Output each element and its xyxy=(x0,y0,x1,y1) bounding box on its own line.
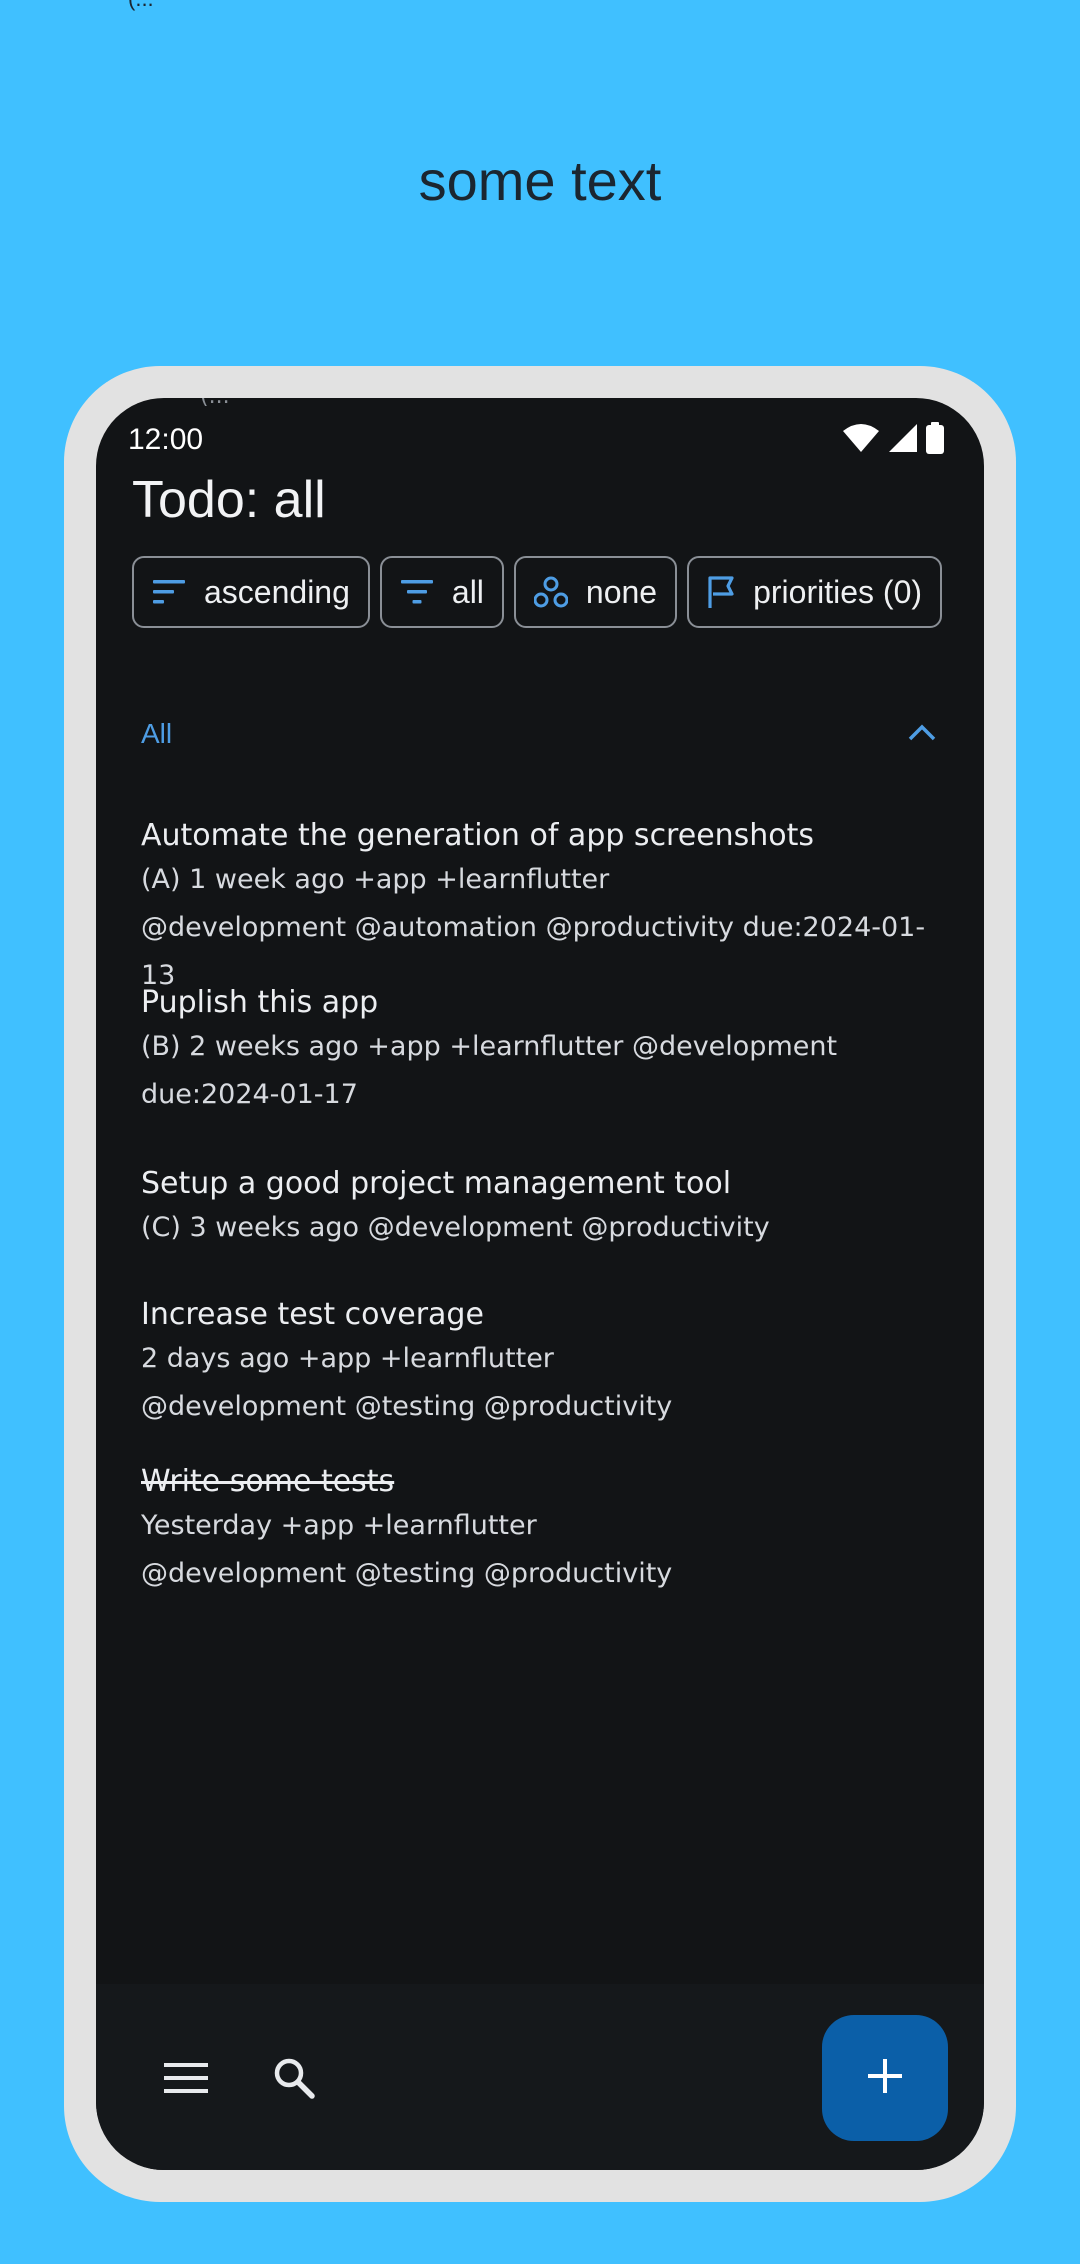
todo-item[interactable]: Setup a good project management tool (C)… xyxy=(141,1164,944,1252)
todo-title: Setup a good project management tool xyxy=(141,1166,732,1201)
filter-chips: ascending all none priorities (0) xyxy=(132,556,943,628)
filter-icon xyxy=(400,579,434,605)
status-time: 12:00 xyxy=(128,423,204,456)
group-icon xyxy=(533,576,568,608)
todo-title: Increase test coverage xyxy=(141,1297,484,1332)
screen-fragment-text: (... xyxy=(200,398,230,409)
group-chip-label: none xyxy=(585,573,658,610)
page-title: Todo: all xyxy=(132,471,326,529)
filter-chip-label: all xyxy=(451,573,484,610)
phone-screen: (... 12:00 Todo: all ascending xyxy=(96,398,984,2170)
status-bar: 12:00 xyxy=(128,420,944,460)
sort-order-chip-label: ascending xyxy=(204,573,350,610)
add-todo-button[interactable] xyxy=(822,2015,948,2141)
todo-item[interactable]: Increase test coverage 2 days ago +app +… xyxy=(141,1295,944,1431)
todo-meta-line: (B) 2 weeks ago +app +learnflutter @deve… xyxy=(141,1031,838,1062)
headline: some text xyxy=(418,149,662,212)
todo-meta-line: 2 days ago +app +learnflutter xyxy=(141,1343,554,1374)
search-icon[interactable] xyxy=(270,2054,318,2102)
sort-order-chip[interactable]: ascending xyxy=(132,556,370,628)
group-chip[interactable]: none xyxy=(513,556,678,628)
signal-icon xyxy=(888,423,918,457)
todo-meta-line: (A) 1 week ago +app +learnflutter xyxy=(141,864,610,895)
plus-icon xyxy=(866,2057,904,2099)
wifi-icon xyxy=(842,423,880,457)
top-fragment-text: (... xyxy=(128,0,154,12)
todo-meta-line: (C) 3 weeks ago @development @productivi… xyxy=(141,1212,770,1243)
section-label: All xyxy=(141,718,173,749)
todo-meta-line: Yesterday +app +learnflutter xyxy=(141,1510,537,1541)
priorities-chip[interactable]: priorities (0) xyxy=(687,556,943,628)
todo-meta-line: due:2024-01-17 xyxy=(141,1079,358,1110)
filter-chip[interactable]: all xyxy=(379,556,504,628)
todo-meta-line: @development @testing @productivity xyxy=(141,1391,673,1422)
todo-title: Write some tests xyxy=(141,1464,395,1499)
todo-item[interactable]: Automate the generation of app screensho… xyxy=(141,816,944,1000)
priorities-chip-label: priorities (0) xyxy=(753,573,923,610)
section-header-all[interactable]: All xyxy=(141,712,936,756)
todo-item-completed[interactable]: Write some tests Yesterday +app +learnfl… xyxy=(141,1462,944,1598)
battery-icon xyxy=(926,422,944,458)
menu-icon[interactable] xyxy=(162,2054,210,2102)
todo-title: Automate the generation of app screensho… xyxy=(141,818,815,853)
sort-icon xyxy=(152,579,186,605)
todo-meta-line: @development @testing @productivity xyxy=(141,1558,673,1589)
todo-title: Puplish this app xyxy=(141,985,379,1020)
status-icons xyxy=(842,422,944,458)
bottom-app-bar xyxy=(96,1984,984,2170)
flag-icon xyxy=(707,575,735,609)
chevron-up-icon[interactable] xyxy=(908,723,936,745)
todo-item[interactable]: Puplish this app (B) 2 weeks ago +app +l… xyxy=(141,983,944,1119)
